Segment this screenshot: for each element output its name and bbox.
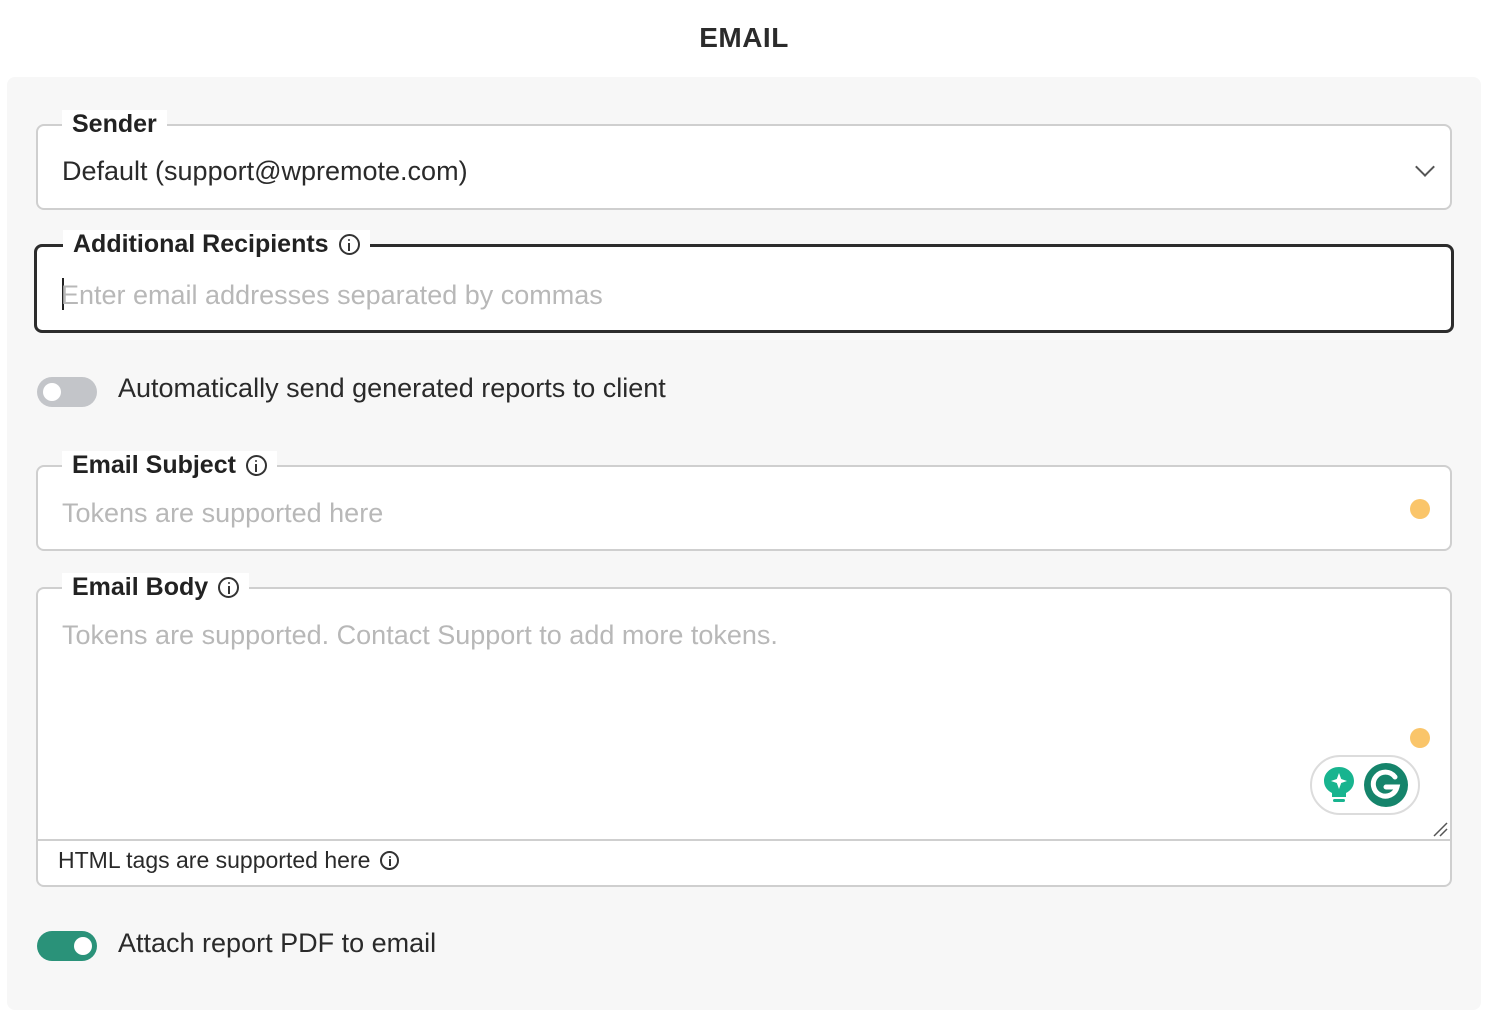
subject-input[interactable]: Tokens are supported here (62, 498, 383, 529)
status-dot (1410, 499, 1430, 519)
resize-handle-icon[interactable] (1432, 821, 1448, 837)
auto-send-toggle[interactable] (37, 377, 97, 407)
html-support-note: HTML tags are supported here (58, 847, 400, 874)
toggle-knob (43, 383, 61, 401)
toggle-knob (74, 937, 92, 955)
chevron-down-icon[interactable] (1415, 157, 1435, 177)
recipients-label: Additional Recipients (73, 230, 329, 258)
recipients-field[interactable]: Additional Recipients Enter email addres… (34, 230, 1454, 333)
page-title: EMAIL (699, 22, 789, 53)
grammarly-logo-icon[interactable] (1363, 762, 1409, 808)
body-textarea[interactable]: Tokens are supported. Contact Support to… (62, 620, 778, 651)
body-label: Email Body (72, 573, 209, 601)
body-divider (38, 839, 1450, 841)
auto-send-label: Automatically send generated reports to … (118, 373, 666, 403)
info-icon[interactable] (218, 576, 240, 598)
subject-legend: Email Subject (62, 451, 277, 479)
body-legend: Email Body (62, 573, 250, 601)
attach-pdf-label: Attach report PDF to email (118, 928, 437, 958)
info-icon[interactable] (245, 454, 267, 476)
subject-field[interactable]: Email Subject Tokens are supported here (36, 451, 1452, 551)
grammarly-widget[interactable] (1310, 755, 1420, 815)
sender-legend: Sender (62, 110, 167, 138)
recipients-legend: Additional Recipients (63, 230, 370, 258)
html-note-text: HTML tags are supported here (58, 847, 371, 873)
sender-value: Default (support@wpremote.com) (62, 156, 468, 186)
info-icon[interactable] (380, 851, 400, 870)
recipients-input[interactable]: Enter email addresses separated by comma… (61, 280, 603, 311)
subject-label: Email Subject (72, 451, 236, 479)
info-icon[interactable] (338, 233, 360, 255)
sender-select[interactable]: Sender Default (support@wpremote.com) (36, 110, 1452, 210)
status-dot (1410, 728, 1430, 748)
attach-pdf-toggle[interactable] (37, 931, 97, 961)
body-field[interactable]: Email Body Tokens are supported. Contact… (36, 573, 1452, 887)
sender-label: Sender (72, 110, 157, 138)
grammarly-suggestion-icon[interactable] (1321, 764, 1357, 806)
